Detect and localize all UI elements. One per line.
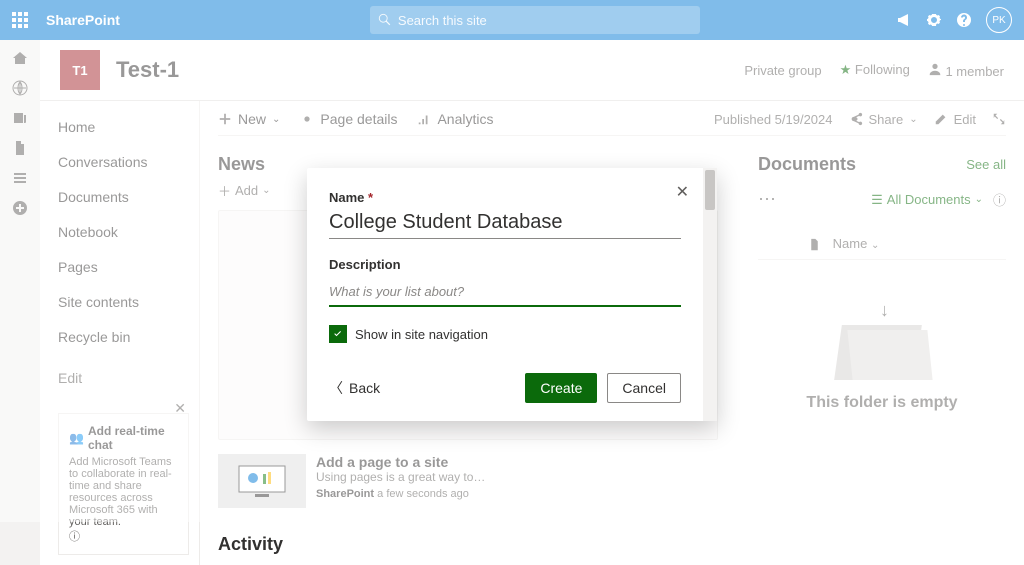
cancel-button[interactable]: Cancel (607, 373, 681, 403)
checkbox-checked-icon (329, 325, 347, 343)
create-list-dialog: ✕ Name * Description Show in site naviga… (307, 168, 717, 421)
close-icon[interactable]: ✕ (676, 182, 689, 202)
activity-section-title: Activity (218, 534, 718, 555)
create-button[interactable]: Create (525, 373, 597, 403)
show-in-nav-checkbox[interactable]: Show in site navigation (329, 325, 681, 343)
name-field-label: Name (329, 190, 364, 205)
description-input[interactable] (329, 278, 681, 307)
chevron-left-icon: 〈 (329, 378, 343, 398)
info-icon[interactable]: ⓘ (69, 531, 80, 543)
description-field-label: Description (329, 257, 681, 272)
show-in-nav-label: Show in site navigation (355, 327, 488, 342)
back-button[interactable]: 〈 Back (329, 378, 380, 398)
name-input[interactable] (329, 207, 681, 239)
modal-scrollbar[interactable] (703, 168, 717, 421)
